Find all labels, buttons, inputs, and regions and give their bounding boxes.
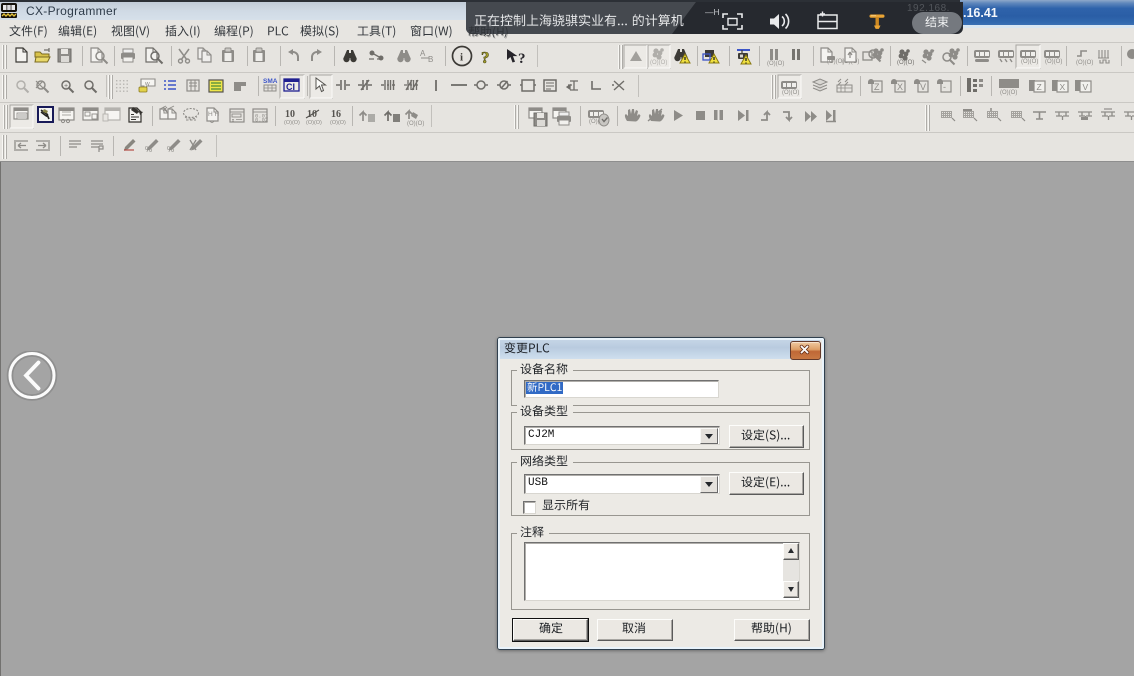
svg-text:%: % [167, 145, 174, 154]
svg-text:-: - [943, 82, 946, 92]
svg-text:V: V [1083, 82, 1089, 92]
svg-text:0.02: 0.02 [255, 117, 268, 124]
svg-text:(O)(O): (O)(O) [650, 60, 667, 66]
svg-text:+: + [64, 83, 68, 90]
svg-text:(O)(O): (O)(O) [284, 120, 300, 126]
svg-text:(O)(O): (O)(O) [782, 90, 799, 96]
svg-text:10: 10 [285, 109, 295, 120]
svg-text:i: i [460, 52, 463, 64]
svg-text:(O)(O): (O)(O) [1021, 59, 1038, 65]
svg-text:H H: H H [208, 111, 220, 118]
svg-text:A: A [420, 49, 426, 58]
svg-text:X: X [1060, 82, 1066, 92]
svg-text:X: X [897, 82, 903, 92]
svg-text:(O)(O): (O)(O) [1076, 60, 1093, 66]
svg-text:SMA: SMA [263, 78, 278, 85]
svg-text:?: ? [518, 51, 526, 67]
svg-text:%: % [145, 145, 152, 154]
svg-text:V: V [920, 82, 926, 92]
svg-text:(O)(O): (O)(O) [306, 120, 322, 126]
svg-text:w: w [144, 81, 150, 88]
svg-text:(O)(O): (O)(O) [330, 120, 346, 126]
svg-text:16: 16 [331, 109, 341, 120]
svg-text:B: B [428, 55, 433, 64]
svg-text:CI: CI [286, 82, 295, 92]
svg-text:Z: Z [1037, 82, 1042, 92]
svg-text:?: ? [481, 48, 490, 67]
svg-text:(O)(O): (O)(O) [1045, 59, 1062, 65]
svg-text:(O)(O): (O)(O) [407, 121, 424, 127]
svg-text:(O)(O): (O)(O) [897, 60, 914, 66]
svg-text:(O)(O): (O)(O) [767, 61, 784, 67]
svg-text:(O)(O): (O)(O) [1000, 90, 1017, 96]
svg-text:Z: Z [874, 82, 880, 92]
